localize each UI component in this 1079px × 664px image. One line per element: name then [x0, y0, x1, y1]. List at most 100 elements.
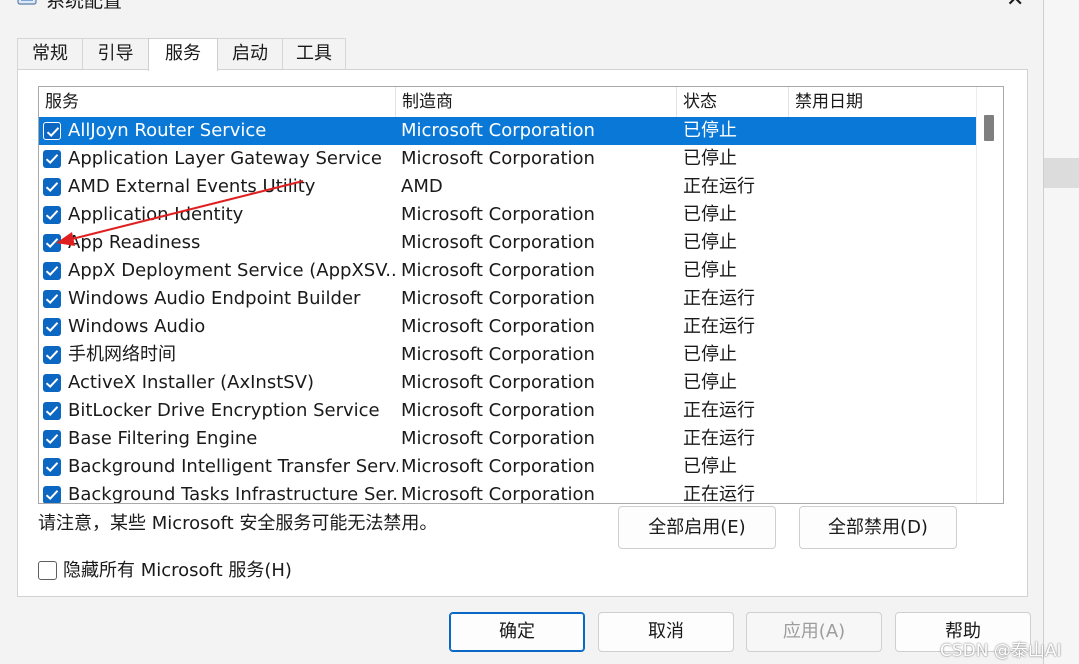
tab-tools[interactable]: 工具 — [282, 38, 346, 69]
table-row[interactable]: Background Intelligent Transfer Serv... M… — [39, 453, 976, 481]
checkmark-icon — [45, 266, 59, 277]
service-manufacturer: Microsoft Corporation — [401, 232, 595, 253]
service-name: Application Layer Gateway Service — [68, 148, 382, 169]
service-name: Application Identity — [68, 204, 244, 225]
tab-boot[interactable]: 引导 — [82, 38, 149, 69]
disable-all-button[interactable]: 全部禁用(D) — [799, 506, 957, 549]
service-manufacturer: Microsoft Corporation — [401, 204, 595, 225]
table-row[interactable]: Windows Audio Endpoint Builder Microsoft … — [39, 285, 976, 313]
service-manufacturer: Microsoft Corporation — [401, 428, 595, 449]
service-manufacturer: Microsoft Corporation — [401, 316, 595, 337]
service-status: 已停止 — [683, 120, 737, 141]
table-row[interactable]: Background Tasks Infrastructure Ser... Mi… — [39, 481, 976, 504]
enable-all-button[interactable]: 全部启用(E) — [618, 506, 776, 549]
table-row[interactable]: AllJoyn Router Service Microsoft Corporat… — [39, 117, 976, 145]
table-row[interactable]: AMD External Events Utility AMD 正在运行 — [39, 173, 976, 201]
checkmark-icon — [45, 238, 59, 249]
background-window — [1043, 0, 1079, 664]
service-checkbox[interactable] — [43, 234, 61, 252]
service-manufacturer: Microsoft Corporation — [401, 260, 595, 281]
hide-ms-services-label[interactable]: 隐藏所有 Microsoft 服务(H) — [63, 559, 292, 583]
service-status: 正在运行 — [683, 176, 755, 197]
table-row[interactable]: Windows Audio Microsoft Corporation 正在运行 — [39, 313, 976, 341]
table-row[interactable]: BitLocker Drive Encryption Service Micros… — [39, 397, 976, 425]
service-name: AMD External Events Utility — [68, 176, 316, 197]
hide-ms-services-checkbox[interactable] — [38, 561, 57, 580]
service-name: Base Filtering Engine — [68, 428, 258, 449]
checkmark-icon — [45, 182, 59, 193]
service-checkbox[interactable] — [43, 290, 61, 308]
checkmark-icon — [45, 490, 59, 501]
table-row[interactable]: Application Identity Microsoft Corporatio… — [39, 201, 976, 229]
column-header-service[interactable]: 服务 — [39, 87, 396, 117]
column-header-disabled-date[interactable]: 禁用日期 — [789, 87, 976, 117]
service-checkbox[interactable] — [43, 486, 61, 503]
service-checkbox[interactable] — [43, 430, 61, 448]
service-manufacturer: AMD — [401, 176, 443, 197]
checkmark-icon — [45, 154, 59, 165]
tab-services[interactable]: 服务 — [148, 38, 218, 71]
column-header-status[interactable]: 状态 — [677, 87, 789, 117]
service-status: 正在运行 — [683, 484, 755, 504]
checkmark-icon — [46, 127, 60, 138]
service-checkbox[interactable] — [43, 318, 61, 336]
service-checkbox[interactable] — [43, 206, 61, 224]
close-icon[interactable]: ✕ — [1006, 0, 1024, 11]
cancel-button[interactable]: 取消 — [598, 612, 734, 652]
table-row[interactable]: App Readiness Microsoft Corporation 已停止 — [39, 229, 976, 257]
service-checkbox[interactable] — [43, 458, 61, 476]
service-checkbox[interactable] — [43, 262, 61, 280]
service-status: 正在运行 — [683, 428, 755, 449]
checkmark-icon — [45, 350, 59, 361]
service-name: Background Tasks Infrastructure Ser... — [68, 484, 398, 504]
apply-button[interactable]: 应用(A) — [746, 612, 882, 652]
services-list[interactable]: 服务 制造商 状态 禁用日期 AllJoyn Router Service Mic… — [38, 86, 1004, 504]
service-name: Windows Audio Endpoint Builder — [68, 288, 361, 309]
service-checkbox[interactable] — [43, 178, 61, 196]
checkmark-icon — [45, 210, 59, 221]
checkmark-icon — [45, 462, 59, 473]
table-row[interactable]: 手机网络时间 Microsoft Corporation 已停止 — [39, 341, 976, 369]
service-checkbox[interactable] — [43, 374, 61, 392]
service-status: 已停止 — [683, 232, 737, 253]
service-manufacturer: Microsoft Corporation — [401, 288, 595, 309]
service-manufacturer: Microsoft Corporation — [401, 372, 595, 393]
service-status: 已停止 — [683, 260, 737, 281]
service-checkbox[interactable] — [43, 122, 61, 140]
service-status: 已停止 — [683, 204, 737, 225]
table-row[interactable]: AppX Deployment Service (AppXSV... Micros… — [39, 257, 976, 285]
table-row[interactable]: ActiveX Installer (AxInstSV) Microsoft Co… — [39, 369, 976, 397]
table-row[interactable]: Application Layer Gateway Service Microso… — [39, 145, 976, 173]
list-header: 服务 制造商 状态 禁用日期 — [39, 87, 976, 117]
table-row[interactable]: Base Filtering Engine Microsoft Corporati… — [39, 425, 976, 453]
window-title: 系统配置 — [46, 0, 123, 12]
service-status: 正在运行 — [683, 288, 755, 309]
service-manufacturer: Microsoft Corporation — [401, 120, 595, 141]
vertical-scrollbar[interactable] — [976, 87, 1003, 503]
column-header-manufacturer[interactable]: 制造商 — [396, 87, 677, 117]
system-configuration-dialog: 系统配置 ✕ 常规 引导 服务 启动 工具 服务 制造商 状态 禁用日期 All… — [0, 0, 1044, 664]
ok-button[interactable]: 确定 — [449, 612, 585, 652]
checkmark-icon — [45, 322, 59, 333]
service-manufacturer: Microsoft Corporation — [401, 400, 595, 421]
service-name: 手机网络时间 — [68, 344, 176, 365]
tab-startup[interactable]: 启动 — [217, 38, 283, 69]
service-checkbox[interactable] — [43, 346, 61, 364]
title-bar: 系统配置 ✕ — [0, 0, 1043, 14]
msconfig-app-icon — [16, 0, 38, 8]
service-status: 已停止 — [683, 372, 737, 393]
service-status: 已停止 — [683, 344, 737, 365]
scrollbar-thumb[interactable] — [984, 115, 994, 141]
service-name: ActiveX Installer (AxInstSV) — [68, 372, 315, 393]
service-checkbox[interactable] — [43, 402, 61, 420]
service-name: App Readiness — [68, 232, 201, 253]
tab-general[interactable]: 常规 — [17, 38, 83, 69]
security-note: 请注意，某些 Microsoft 安全服务可能无法禁用。 — [38, 513, 438, 534]
service-manufacturer: Microsoft Corporation — [401, 456, 595, 477]
service-manufacturer: Microsoft Corporation — [401, 148, 595, 169]
service-checkbox[interactable] — [43, 150, 61, 168]
service-status: 已停止 — [683, 148, 737, 169]
background-highlight-strip — [1043, 158, 1079, 188]
checkmark-icon — [45, 406, 59, 417]
checkmark-icon — [45, 378, 59, 389]
